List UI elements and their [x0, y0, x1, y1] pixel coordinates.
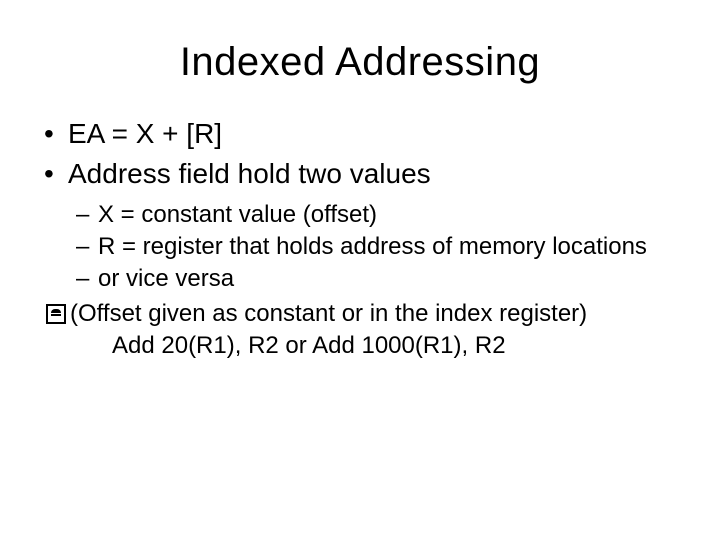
- sub-bullet-item: X = constant value (offset): [76, 199, 680, 231]
- bullet-item: Address field hold two values: [44, 155, 680, 193]
- slide-title: Indexed Addressing: [40, 40, 680, 85]
- sub-bullet-item: or vice versa: [76, 263, 680, 295]
- boxed-note-row: (Offset given as constant or in the inde…: [40, 298, 680, 330]
- sub-bullet-list: X = constant value (offset) R = register…: [40, 199, 680, 296]
- example-line: Add 20(R1), R2 or Add 1000(R1), R2: [40, 330, 680, 362]
- box-glyph-icon: [46, 304, 66, 324]
- main-bullet-list: EA = X + [R] Address field hold two valu…: [40, 115, 680, 193]
- boxed-note-text: (Offset given as constant or in the inde…: [70, 300, 587, 327]
- sub-bullet-item: R = register that holds address of memor…: [76, 231, 680, 263]
- bullet-item: EA = X + [R]: [44, 115, 680, 153]
